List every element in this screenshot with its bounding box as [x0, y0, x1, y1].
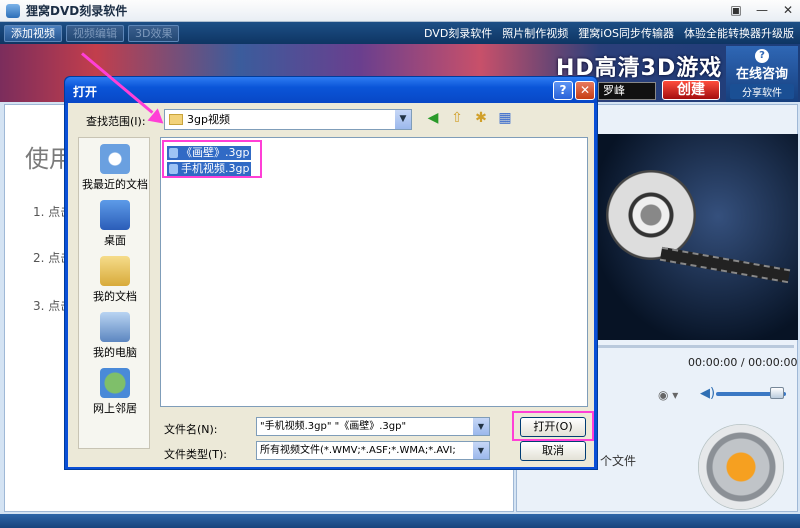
new-folder-icon[interactable]: ✱ — [472, 109, 490, 127]
place-my-documents-label: 我的文档 — [93, 290, 137, 303]
place-network-label: 网上邻居 — [93, 402, 137, 415]
chevron-down-icon[interactable]: ▼ — [473, 442, 489, 459]
volume-knob[interactable] — [770, 387, 784, 399]
title-bar: 狸窝DVD刻录软件 ▣ — ✕ — [0, 0, 800, 22]
folder-icon — [169, 114, 183, 125]
seek-bar[interactable] — [598, 345, 794, 348]
help-icon: ? — [755, 49, 769, 63]
top-links: DVD刻录软件 照片制作视频 狸窝iOS同步传输器 体验全能转换器升级版 — [424, 22, 794, 44]
back-icon[interactable]: ◀ — [424, 109, 442, 127]
status-bar — [0, 514, 800, 528]
app-title: 狸窝DVD刻录软件 — [26, 4, 128, 18]
place-recent[interactable]: 我最近的文档 — [79, 144, 151, 192]
up-folder-icon[interactable]: ⇧ — [448, 109, 466, 127]
filename-input[interactable]: "手机视频.3gp" "《画壁》.3gp" ▼ — [256, 417, 490, 436]
place-desktop[interactable]: 桌面 — [79, 200, 151, 248]
my-computer-icon — [100, 312, 130, 342]
snapshot-icon[interactable]: ◉ ▾ — [658, 388, 678, 402]
link-photo-video[interactable]: 照片制作视频 — [502, 25, 568, 41]
dialog-help-button[interactable]: ? — [553, 81, 573, 100]
network-icon — [100, 368, 130, 398]
chevron-down-icon[interactable]: ▼ — [395, 110, 411, 129]
dialog-title-bar: 打开 ? ✕ — [65, 77, 597, 103]
cancel-button[interactable]: 取消 — [520, 441, 586, 461]
look-in-value: 3gp视频 — [187, 113, 230, 126]
my-documents-icon — [100, 256, 130, 286]
link-dvd[interactable]: DVD刻录软件 — [424, 25, 492, 41]
open-button-highlight — [512, 411, 594, 441]
dialog-close-button[interactable]: ✕ — [575, 81, 595, 100]
film-reel-icon — [606, 170, 696, 260]
places-bar: 我最近的文档 桌面 我的文档 我的电脑 网上邻居 — [78, 137, 150, 449]
app-icon — [6, 3, 20, 18]
dialog-title: 打开 — [73, 85, 98, 99]
add-video-button[interactable]: 添加视频 — [4, 24, 62, 42]
place-my-documents[interactable]: 我的文档 — [79, 256, 151, 304]
edit-video-button[interactable]: 视频编辑 — [66, 24, 124, 42]
place-my-computer[interactable]: 我的电脑 — [79, 312, 151, 360]
desktop-icon — [100, 200, 130, 230]
recent-docs-icon — [100, 144, 130, 174]
minimize-icon[interactable]: — — [754, 3, 770, 17]
speaker-icon[interactable]: ◀) — [700, 386, 715, 401]
toolbar: 添加视频 视频编辑 3D效果 DVD刻录软件 照片制作视频 狸窝iOS同步传输器… — [0, 22, 800, 44]
effect-3d-button[interactable]: 3D效果 — [128, 24, 180, 42]
consult-label: 在线咨询 — [735, 67, 788, 82]
place-my-computer-label: 我的电脑 — [93, 346, 137, 359]
view-menu-icon[interactable]: ▦ — [496, 109, 514, 127]
close-icon[interactable]: ✕ — [780, 3, 796, 17]
place-network[interactable]: 网上邻居 — [79, 368, 151, 416]
chevron-down-icon[interactable]: ▼ — [473, 418, 489, 435]
place-recent-label: 我最近的文档 — [82, 178, 148, 191]
file-list[interactable]: 《画壁》.3gp 手机视频.3gp — [160, 137, 588, 407]
burn-button[interactable] — [698, 424, 784, 510]
filename-value: "手机视频.3gp" "《画壁》.3gp" — [260, 421, 407, 432]
filetype-select[interactable]: 所有视频文件(*.WMV;*.ASF;*.WMA;*.AVI; ▼ — [256, 441, 490, 460]
filename-label: 文件名(N): — [164, 423, 218, 436]
link-ios-sync[interactable]: 狸窝iOS同步传输器 — [578, 25, 674, 41]
banner-player-name: 罗峰 — [598, 82, 656, 100]
file-count: 个文件 — [600, 454, 637, 468]
place-desktop-label: 桌面 — [104, 234, 126, 247]
online-consult[interactable]: ? 在线咨询 分享软件 — [726, 46, 798, 102]
filetype-label: 文件类型(T): — [164, 448, 228, 461]
look-in-label: 查找范围(I): — [86, 115, 146, 128]
look-in-select[interactable]: 3gp视频 ▼ — [164, 109, 412, 130]
skin-icon[interactable]: ▣ — [728, 3, 744, 17]
selection-highlight-box — [162, 140, 262, 178]
dialog-nav-icons: ◀ ⇧ ✱ ▦ — [424, 109, 514, 127]
link-converter[interactable]: 体验全能转换器升级版 — [684, 25, 794, 41]
dialog-body: 查找范围(I): 3gp视频 ▼ ◀ ⇧ ✱ ▦ 我最近的文档 桌面 我的文档 — [68, 103, 594, 467]
open-file-dialog: 打开 ? ✕ 查找范围(I): 3gp视频 ▼ ◀ ⇧ ✱ ▦ 我最近的文档 桌… — [64, 76, 598, 470]
time-display: 00:00:00 / 00:00:00 — [688, 356, 798, 369]
window-controls: ▣ — ✕ — [728, 3, 796, 17]
filetype-value: 所有视频文件(*.WMV;*.ASF;*.WMA;*.AVI; — [260, 445, 456, 456]
share-software-button[interactable]: 分享软件 — [730, 84, 794, 99]
banner-create-button[interactable]: 创建 — [662, 80, 720, 100]
